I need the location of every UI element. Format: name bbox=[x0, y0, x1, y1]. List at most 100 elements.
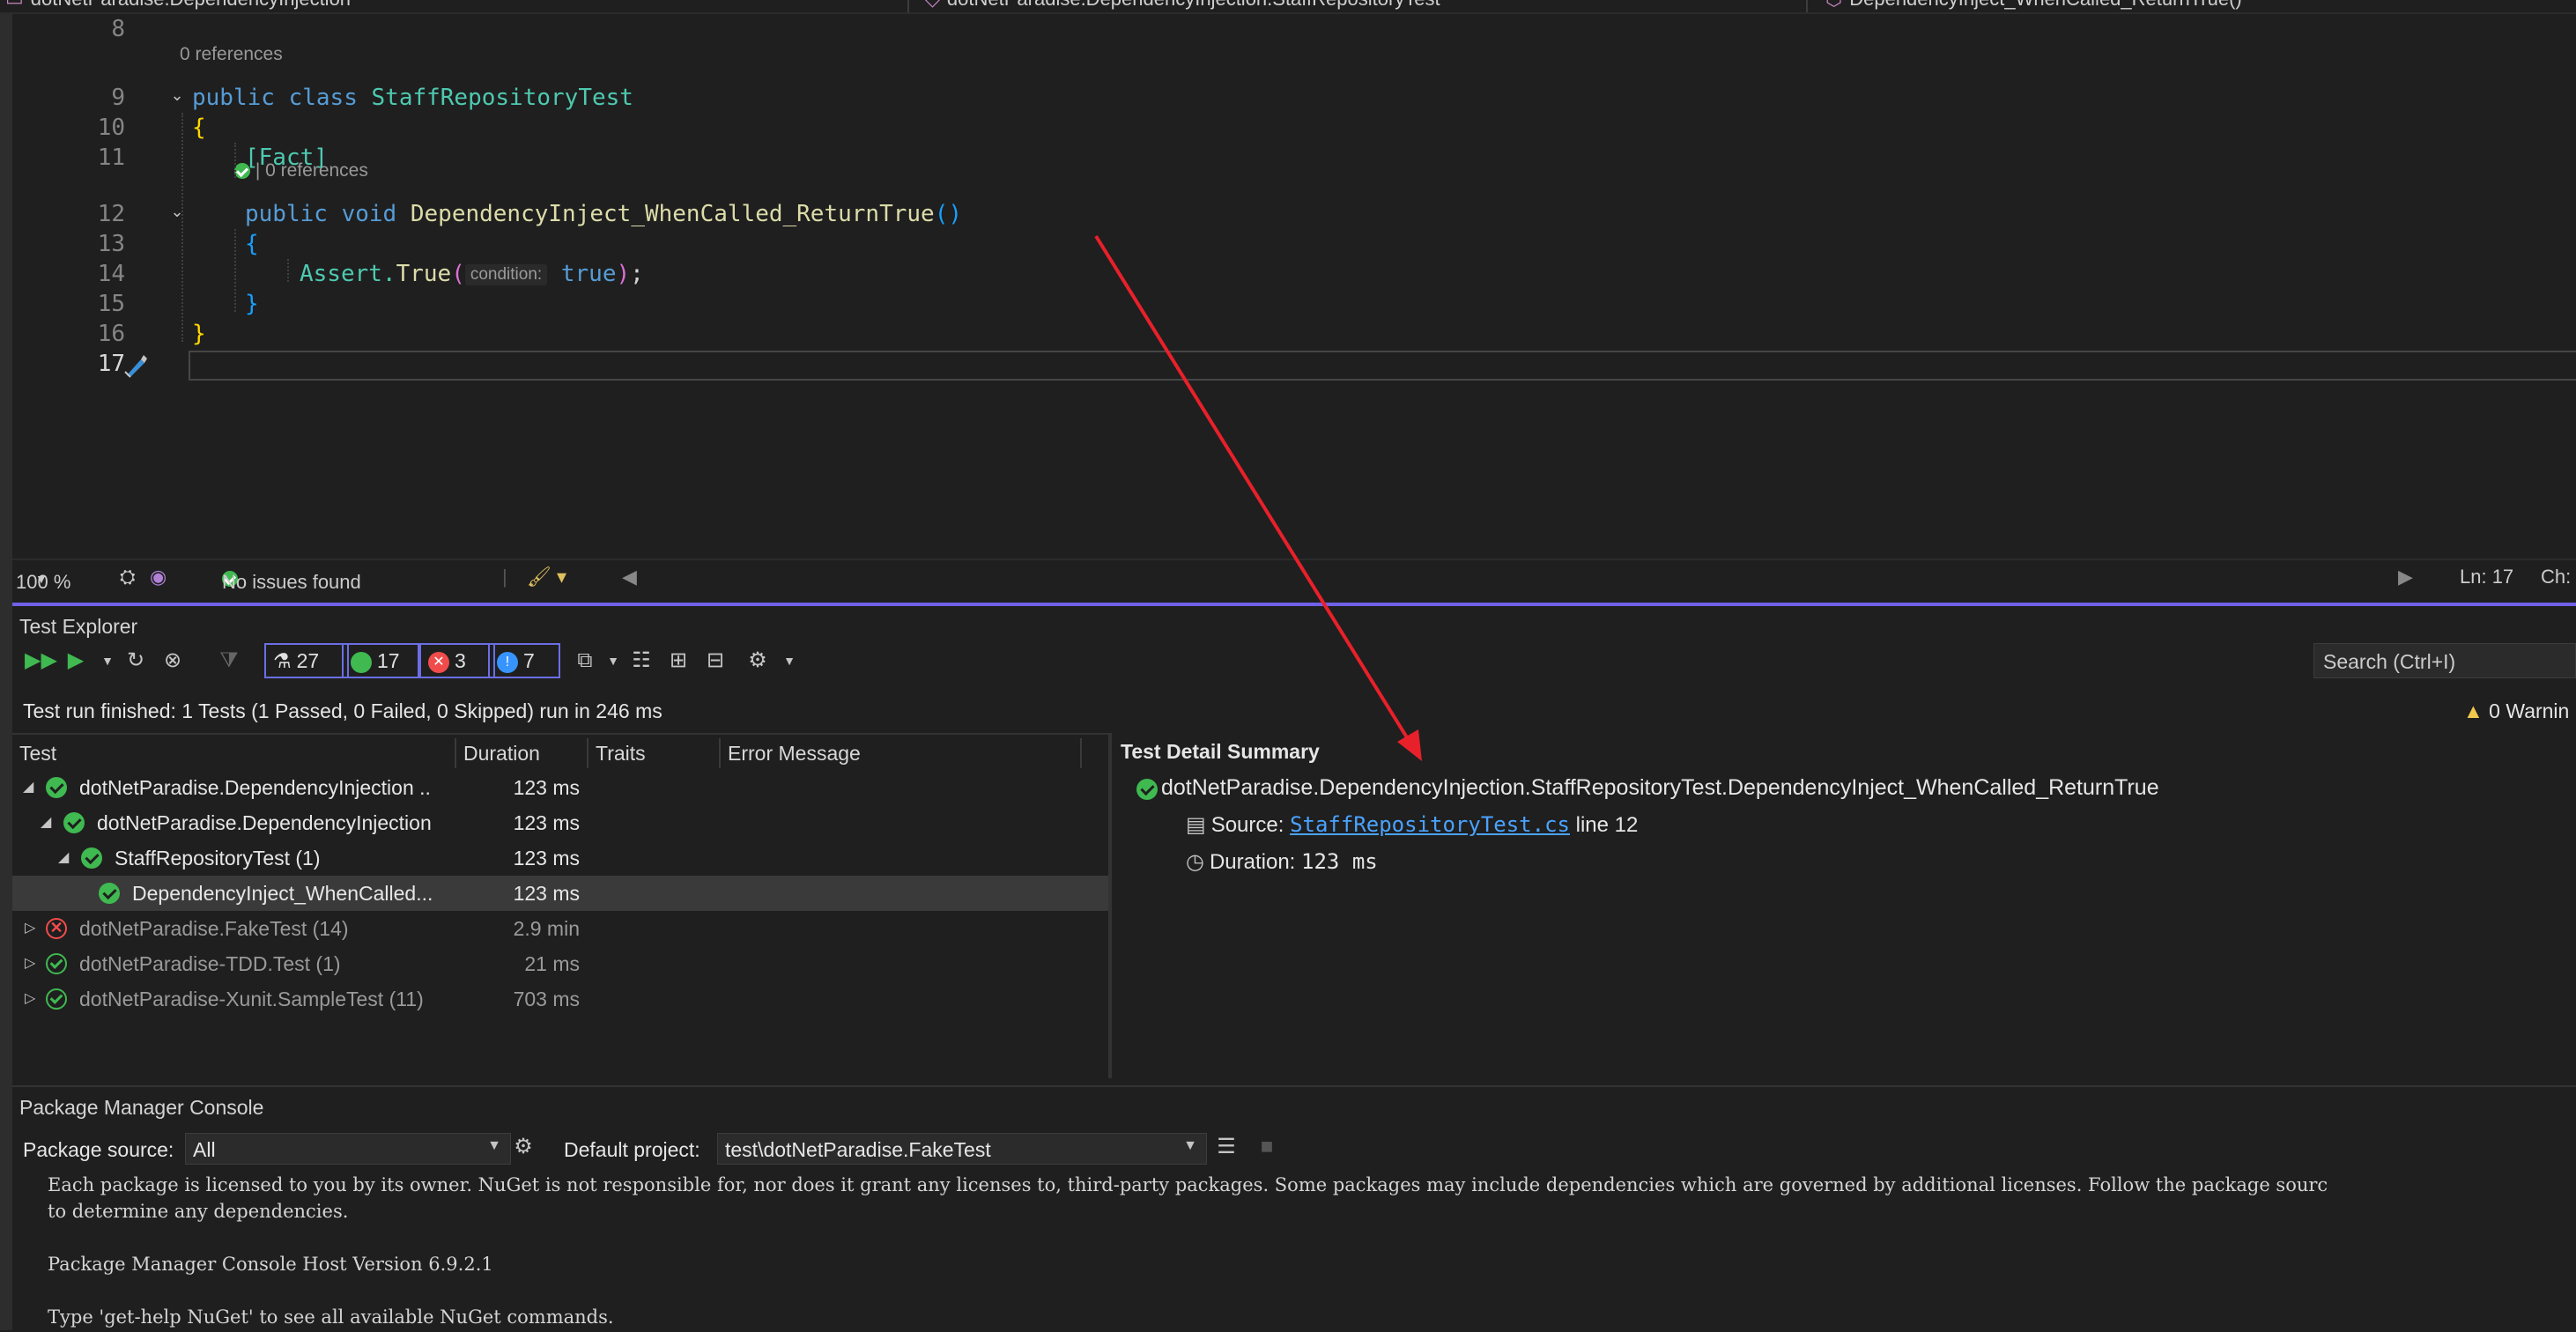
clock-icon: ◷ bbox=[1186, 850, 1204, 874]
cancel-icon[interactable]: ⧩ bbox=[217, 648, 241, 673]
default-project-dropdown[interactable]: test\dotNetParadise.FakeTest ▼ bbox=[717, 1133, 1207, 1165]
test-row[interactable]: ▷ dotNetParadise-TDD.Test (1) 21 ms bbox=[12, 946, 1108, 981]
default-project-value: test\dotNetParadise.FakeTest bbox=[725, 1138, 991, 1161]
editor-status-bar: 100 % ▼ ⛭ ◉ No issues found | 🖌 ▾ ◀ ▶ Ln:… bbox=[12, 559, 2576, 593]
nav-separator bbox=[907, 0, 909, 12]
column-indicator: Ch: bbox=[2541, 566, 2572, 588]
test-search-input[interactable]: Search (Ctrl+I) bbox=[2313, 643, 2576, 678]
test-list-grid: Test Duration Traits Error Message ◢ dot… bbox=[12, 733, 1112, 1078]
status-divider: | bbox=[502, 566, 507, 588]
test-explorer-panel: Test Explorer ▶▶ ▶ ▼ ↻ ⊗ ⧩ ⚗ 27 17 ✕ 3 ! 7 … bbox=[12, 603, 2576, 1078]
fold-toggle-icon[interactable]: ⌄ bbox=[167, 203, 187, 222]
detail-test-full-name: dotNetParadise.DependencyInjection.Staff… bbox=[1161, 775, 2159, 800]
copilot-icon[interactable]: ⛭ bbox=[120, 566, 136, 588]
passed-status-icon bbox=[1136, 779, 1158, 800]
line-number: 14 bbox=[97, 261, 125, 287]
test-row[interactable]: ◢ dotNetParadise.DependencyInjection 123… bbox=[12, 805, 1108, 840]
total-tests-filter[interactable]: ⚗ 27 bbox=[264, 643, 349, 678]
console-line: to determine any dependencies. bbox=[48, 1201, 349, 1222]
package-manager-console: Package Manager Console Package source: … bbox=[12, 1085, 2576, 1332]
indent-guide bbox=[234, 229, 236, 312]
flask-icon: ⚗ bbox=[273, 649, 292, 672]
warnings-count: 0 Warnin bbox=[2489, 699, 2570, 722]
column-header-test[interactable]: Test bbox=[12, 738, 456, 768]
console-line: Type 'get-help NuGet' to see all availab… bbox=[48, 1306, 614, 1328]
playlist-icon[interactable]: ⧉ bbox=[573, 648, 597, 673]
chevron-down-icon: ▼ bbox=[1183, 1138, 1197, 1153]
test-row[interactable]: ◢ StaffRepositoryTest (1) 123 ms bbox=[12, 840, 1108, 876]
line-number: 12 bbox=[97, 201, 125, 227]
repeat-last-run-icon[interactable]: ↻ bbox=[123, 648, 148, 673]
code-line: public void DependencyInject_WhenCalled_… bbox=[245, 201, 962, 227]
total-count: 27 bbox=[296, 649, 320, 672]
failed-icon: ✕ bbox=[428, 651, 449, 673]
test-row[interactable]: ◢ dotNetParadise.DependencyInjection .. … bbox=[12, 770, 1108, 805]
run-all-tests-icon[interactable]: ▶▶ bbox=[25, 648, 57, 673]
package-settings-gear-icon[interactable]: ⚙ bbox=[511, 1135, 536, 1159]
quick-actions-icon[interactable] bbox=[122, 352, 150, 379]
column-header-duration[interactable]: Duration bbox=[456, 738, 588, 768]
current-line-highlight bbox=[189, 351, 2576, 381]
collapse-all-icon[interactable]: ⊟ bbox=[703, 648, 728, 673]
scroll-left-icon[interactable]: ◀ bbox=[622, 566, 637, 588]
left-dock-bar bbox=[0, 14, 12, 1330]
class-nav-dropdown[interactable]: ◇dotNetParadise.DependencyInjection.Staf… bbox=[925, 0, 1440, 11]
stop-icon[interactable]: ■ bbox=[1255, 1135, 1279, 1159]
run-tests-icon[interactable]: ▶ bbox=[63, 648, 88, 673]
failed-tests-filter[interactable]: ✕ 3 bbox=[419, 643, 495, 678]
line-number: 8 bbox=[111, 16, 125, 42]
passed-tests-filter[interactable]: 17 bbox=[342, 643, 419, 678]
package-source-label: Package source: bbox=[23, 1138, 174, 1161]
test-run-status: Test run finished: 1 Tests (1 Passed, 0 … bbox=[23, 699, 663, 722]
test-detail-summary: Test Detail Summary dotNetParadise.Depen… bbox=[1112, 733, 2576, 1077]
duration-value: 123 ms bbox=[1301, 849, 1378, 874]
passed-icon bbox=[351, 651, 372, 673]
column-header-error-message[interactable]: Error Message bbox=[721, 738, 1082, 768]
editor-tab-strip: ▭dotNetParadise.DependencyInjection ◇dot… bbox=[0, 0, 2576, 14]
expand-all-icon[interactable]: ⊞ bbox=[666, 648, 691, 673]
console-output[interactable]: Each package is licensed to you by its o… bbox=[48, 1172, 2328, 1330]
indent-guide bbox=[181, 113, 183, 342]
group-by-icon[interactable]: ☷ bbox=[629, 648, 654, 673]
fold-toggle-icon[interactable]: ⌄ bbox=[167, 86, 187, 106]
clear-console-icon[interactable]: ☰ bbox=[1214, 1135, 1239, 1159]
code-line: } bbox=[245, 291, 259, 317]
detail-duration-row: ◷ Duration: 123 ms bbox=[1186, 849, 1378, 875]
zoom-dropdown[interactable]: 100 % ▼ bbox=[16, 566, 70, 593]
test-row[interactable]: ▷ ✕ dotNetParadise.FakeTest (14) 2.9 min bbox=[12, 911, 1108, 946]
warnings-indicator[interactable]: ▲ 0 Warnin bbox=[2463, 699, 2569, 723]
member-nav-dropdown[interactable]: ⬡DependencyInject_WhenCalled_ReturnTrue(… bbox=[1825, 0, 2242, 11]
code-line: { bbox=[245, 231, 259, 257]
source-line: line 12 bbox=[1575, 813, 1639, 837]
test-row[interactable]: ▷ dotNetParadise-Xunit.SampleTest (11) 7… bbox=[12, 981, 1108, 1017]
source-file-link[interactable]: StaffRepositoryTest.cs bbox=[1290, 812, 1570, 837]
scroll-right-icon[interactable]: ▶ bbox=[2398, 566, 2413, 588]
code-editor[interactable]: 8 9 10 11 12 13 14 15 16 17 0 references… bbox=[12, 14, 2576, 559]
code-line: } bbox=[192, 321, 206, 347]
codelens-references[interactable]: 0 references bbox=[180, 44, 283, 65]
package-source-dropdown[interactable]: All ▼ bbox=[185, 1133, 511, 1165]
code-cleanup-icon[interactable]: 🖌 ▾ bbox=[527, 566, 566, 588]
nav-separator bbox=[1806, 0, 1808, 12]
intellicode-icon[interactable]: ◉ bbox=[150, 566, 167, 588]
detail-source-row: ▤ Source: StaffRepositoryTest.cs line 12 bbox=[1186, 812, 1638, 838]
settings-gear-icon[interactable]: ⚙ bbox=[745, 648, 770, 673]
code-line: [Fact] bbox=[245, 144, 328, 171]
code-line: public class StaffRepositoryTest bbox=[192, 85, 633, 111]
issues-label: No issues found bbox=[222, 571, 361, 593]
project-nav-dropdown[interactable]: ▭dotNetParadise.DependencyInjection bbox=[5, 0, 351, 11]
settings-dropdown-icon[interactable]: ▼ bbox=[777, 648, 802, 673]
line-number: 16 bbox=[97, 321, 125, 347]
class-nav-label: dotNetParadise.DependencyInjection.Staff… bbox=[947, 0, 1440, 10]
playlist-dropdown-icon[interactable]: ▼ bbox=[601, 648, 625, 673]
column-header-traits[interactable]: Traits bbox=[588, 738, 721, 768]
not-run-count: 7 bbox=[523, 649, 535, 672]
run-dropdown-icon[interactable]: ▼ bbox=[95, 648, 120, 673]
test-row-selected[interactable]: DependencyInject_WhenCalled... 123 ms bbox=[12, 876, 1108, 911]
not-run-tests-filter[interactable]: ! 7 bbox=[488, 643, 560, 678]
source-label: Source: bbox=[1210, 813, 1284, 837]
debug-failed-icon[interactable]: ⊗ bbox=[160, 648, 185, 673]
line-number: 9 bbox=[111, 85, 125, 111]
